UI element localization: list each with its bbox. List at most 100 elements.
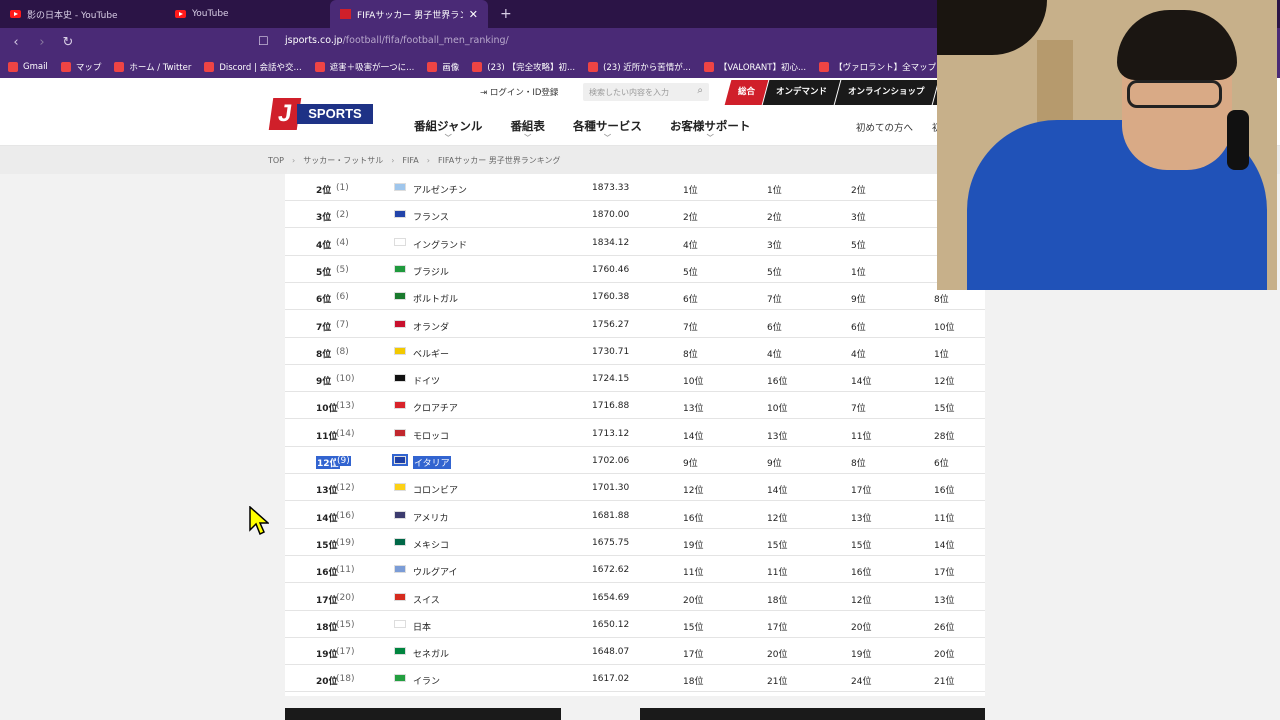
- rank-col4-cell: 8位: [934, 295, 949, 306]
- forward-icon[interactable]: ›: [32, 35, 52, 50]
- rank-col2-cell: 21位: [767, 677, 788, 688]
- rank-col1-cell: 19位: [683, 540, 704, 551]
- rank-cell: 10位: [316, 404, 338, 415]
- bookmark-item[interactable]: 【VALORANT】初心...: [703, 61, 806, 73]
- login-link[interactable]: ⇥ ログイン・ID登録: [480, 86, 558, 98]
- bookmark-favicon-icon: [114, 62, 125, 72]
- rank-cell: 9位: [316, 377, 332, 388]
- rank-col1-cell: 2位: [683, 213, 698, 224]
- rank-col4-cell: 6位: [934, 459, 949, 469]
- country-cell: イングランド: [413, 240, 468, 251]
- points-cell: 1675.75: [592, 537, 630, 548]
- jsports-icon: [340, 9, 351, 19]
- nav-genre[interactable]: 番組ジャンル ﹀: [400, 118, 496, 142]
- site-search-input[interactable]: 検索したい内容を入力 ⌕: [583, 83, 709, 101]
- points-cell: 1760.46: [592, 264, 630, 275]
- rank-cell: 7位: [316, 322, 332, 333]
- previous-rank-cell: (5): [336, 264, 349, 275]
- search-icon[interactable]: ⌕: [697, 85, 703, 96]
- bookmark-favicon-icon: [472, 62, 483, 72]
- url-field[interactable]: jsports.co.jp/football/fifa/football_men…: [285, 35, 509, 46]
- close-tab-icon[interactable]: ✕: [469, 8, 478, 21]
- rank-col4-cell: 20位: [934, 650, 955, 661]
- bookmark-item[interactable]: ホーム / Twitter: [114, 61, 191, 73]
- bookmark-icon[interactable]: ☐: [258, 34, 269, 48]
- country-cell: メキシコ: [413, 540, 450, 551]
- reload-icon[interactable]: ↻: [58, 35, 78, 50]
- rank-cell: 2位: [316, 186, 332, 196]
- chevron-down-icon: ﹀: [524, 134, 532, 142]
- points-cell: 1716.88: [592, 401, 630, 412]
- tab-fifa-ranking[interactable]: FIFAサッカー 男子世界ランキング | J ✕: [330, 0, 488, 28]
- bookmark-item[interactable]: 画像: [427, 61, 459, 73]
- rank-col2-cell: 3位: [767, 240, 782, 251]
- tab-youtube-history[interactable]: 影の日本史 - YouTube: [0, 0, 165, 28]
- rank-col1-cell: 15位: [683, 622, 704, 633]
- nav-schedule[interactable]: 番組表 ﹀: [496, 118, 559, 142]
- topnav-shop[interactable]: オンラインショップ: [834, 80, 938, 105]
- previous-rank-cell: (1): [336, 183, 349, 193]
- jsports-logo[interactable]: J SPORTS: [268, 98, 373, 130]
- topnav-general[interactable]: 総合: [724, 80, 769, 105]
- rank-cell: 8位: [316, 349, 332, 360]
- country-cell: ドイツ: [413, 377, 441, 388]
- bookmark-item[interactable]: (23) 【完全攻略】初...: [472, 61, 575, 73]
- back-icon[interactable]: ‹: [6, 35, 26, 50]
- rank-col3-cell: 14位: [851, 377, 872, 388]
- country-cell: イラン: [413, 677, 441, 688]
- country-cell: モロッコ: [413, 431, 450, 442]
- rank-col1-cell: 1位: [683, 186, 698, 196]
- search-placeholder: 検索したい内容を入力: [589, 88, 669, 97]
- rank-cell: 14位: [316, 513, 338, 524]
- previous-rank-cell: (6): [336, 292, 349, 303]
- flag-icon: [394, 537, 406, 546]
- rank-col1-cell: 11位: [683, 568, 704, 579]
- table-row: 3位 (2) フランス 1870.00 2位 2位 3位: [285, 201, 985, 229]
- first-time-link[interactable]: 初めての方へ: [856, 120, 913, 134]
- rank-col3-cell: 5位: [851, 240, 866, 251]
- country-cell: アメリカ: [413, 513, 449, 524]
- previous-rank-cell: (19): [336, 537, 355, 548]
- flag-icon: [394, 647, 406, 656]
- nav-support[interactable]: お客様サポート ﹀: [656, 118, 765, 142]
- flag-icon: [394, 264, 406, 273]
- rank-col1-cell: 5位: [683, 267, 698, 278]
- rank-cell: 3位: [316, 213, 332, 224]
- country-cell: コロンビア: [413, 486, 459, 497]
- breadcrumb-top[interactable]: TOP: [268, 156, 284, 165]
- rank-cell: 13位: [316, 486, 338, 497]
- rank-col2-cell: 18位: [767, 595, 788, 606]
- topnav-label: 総合: [738, 87, 756, 97]
- bookmark-favicon-icon: [204, 62, 215, 72]
- flag-icon: [392, 454, 408, 466]
- nav-services[interactable]: 各種サービス ﹀: [559, 118, 656, 142]
- logo-sports: SPORTS: [297, 104, 373, 124]
- previous-rank-cell: (11): [336, 565, 355, 576]
- bookmark-favicon-icon: [60, 62, 71, 72]
- tab-youtube[interactable]: YouTube: [165, 0, 330, 28]
- breadcrumb-soccer[interactable]: サッカー・フットサル: [303, 155, 383, 166]
- rank-cell: 16位: [316, 568, 338, 579]
- points-cell: 1870.00: [592, 210, 630, 221]
- rank-col2-cell: 2位: [767, 213, 782, 224]
- bookmark-item[interactable]: Discord | 会話や交...: [204, 61, 302, 73]
- previous-rank-cell: (7): [336, 319, 349, 330]
- country-cell: フランス: [413, 213, 449, 224]
- table-row: 13位 (12) コロンビア 1701.30 12位 14位 17位 16位: [285, 474, 985, 502]
- bookmark-item[interactable]: Gmail: [8, 62, 48, 72]
- breadcrumb-fifa[interactable]: FIFA: [402, 156, 418, 165]
- bookmark-item[interactable]: (23) 近所から苦情が...: [588, 61, 691, 73]
- topnav-ondemand[interactable]: オンデマンド: [762, 80, 841, 105]
- points-cell: 1873.33: [592, 183, 630, 193]
- chevron-down-icon: ﹀: [706, 134, 714, 142]
- rank-col3-cell: 8位: [851, 459, 866, 469]
- rank-col1-cell: 18位: [683, 677, 704, 688]
- table-row: 14位 (16) アメリカ 1681.88 16位 12位 13位 11位: [285, 502, 985, 529]
- bookmark-item[interactable]: 遮害＋吸害が一つに...: [314, 61, 414, 73]
- bookmark-item[interactable]: 【ヴァロラント】全マップ...: [819, 61, 944, 73]
- bookmark-item[interactable]: マップ: [60, 61, 101, 73]
- rank-col4-cell: 12位: [934, 377, 955, 388]
- new-tab-icon[interactable]: +: [500, 6, 512, 22]
- topnav-label: オンラインショップ: [848, 87, 925, 97]
- flag-icon: [394, 292, 406, 301]
